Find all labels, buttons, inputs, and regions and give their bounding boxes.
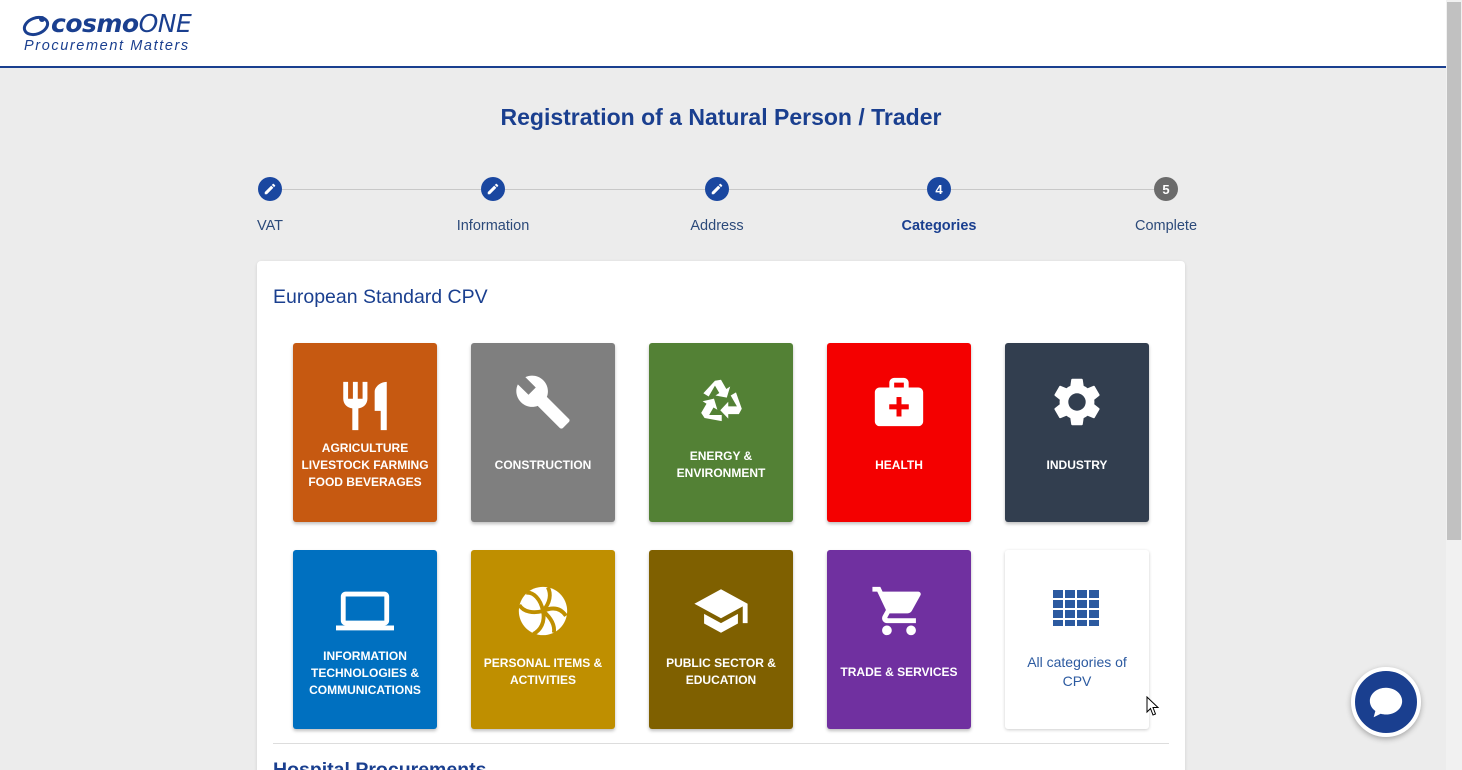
section-title-hospital: Hospital Procurements [273,759,487,770]
recycle-icon [701,379,742,422]
step-information-pencil-icon[interactable] [481,177,505,201]
registration-stepper: VAT Information Address 4 Categories 5 C… [0,0,1446,250]
shopping-cart-icon [872,586,921,636]
step-label-vat[interactable]: VAT [200,218,340,234]
tile-label: PERSONAL ITEMS & ACTIVITIES [483,656,603,687]
graduation-cap-icon [694,589,748,633]
cpv-categories-card: European Standard CPV AGRICULTURE LIVEST… [257,261,1185,770]
tile-label: AGRICULTURE LIVESTOCK FARMING FOOD BEVER… [301,440,429,489]
section-title: European Standard CPV [273,286,488,308]
wrench-icon [516,375,570,429]
tile-label: All categories of CPV [1027,654,1127,689]
tile-agriculture[interactable]: AGRICULTURE LIVESTOCK FARMING FOOD BEVER… [293,343,437,522]
grid-icon [1053,590,1099,626]
step-vat-pencil-icon[interactable] [258,177,282,201]
laptop-icon [336,591,394,631]
tile-personal-items[interactable]: PERSONAL ITEMS & ACTIVITIES [471,550,615,729]
step-label-address[interactable]: Address [647,218,787,234]
step-connector [951,189,1154,190]
tile-label: TRADE & SERVICES [840,664,958,679]
mouse-cursor-icon [1146,696,1160,716]
tile-label: CONSTRUCTION [494,457,592,472]
tile-all-categories[interactable]: All categories of CPV [1005,550,1149,729]
scrollbar-thumb[interactable] [1447,2,1461,540]
tile-energy-environment[interactable]: ENERGY & ENVIRONMENT [649,343,793,522]
tile-label: INFORMATION TECHNOLOGIES & COMMUNICATION… [309,648,421,697]
tile-health[interactable]: HEALTH [827,343,971,522]
fork-knife-icon [343,381,387,431]
tile-label: INDUSTRY [1046,457,1108,472]
volleyball-icon [517,586,568,636]
gear-icon [1054,378,1100,426]
step-connector [505,189,705,190]
step-address-pencil-icon[interactable] [705,177,729,201]
tile-public-sector[interactable]: PUBLIC SECTOR & EDUCATION [649,550,793,729]
chat-bubble-icon [1369,687,1403,718]
step-label-categories[interactable]: Categories [869,218,1009,234]
tile-trade-services[interactable]: TRADE & SERVICES [827,550,971,729]
tile-information-technologies[interactable]: INFORMATION TECHNOLOGIES & COMMUNICATION… [293,550,437,729]
step-complete-number: 5 [1154,177,1178,201]
step-categories-number[interactable]: 4 [927,177,951,201]
step-connector [729,189,927,190]
chat-button[interactable] [1351,667,1421,737]
step-label-information[interactable]: Information [423,218,563,234]
step-connector [282,189,481,190]
tile-label: ENERGY & ENVIRONMENT [676,449,766,480]
tile-label: HEALTH [875,457,923,472]
tile-industry[interactable]: INDUSTRY [1005,343,1149,522]
step-label-complete: Complete [1134,218,1198,234]
medical-kit-icon [874,377,924,427]
tile-label: PUBLIC SECTOR & EDUCATION [666,656,776,687]
section-divider [273,743,1169,744]
tile-construction[interactable]: CONSTRUCTION [471,343,615,522]
page-scrollbar[interactable] [1446,0,1462,770]
